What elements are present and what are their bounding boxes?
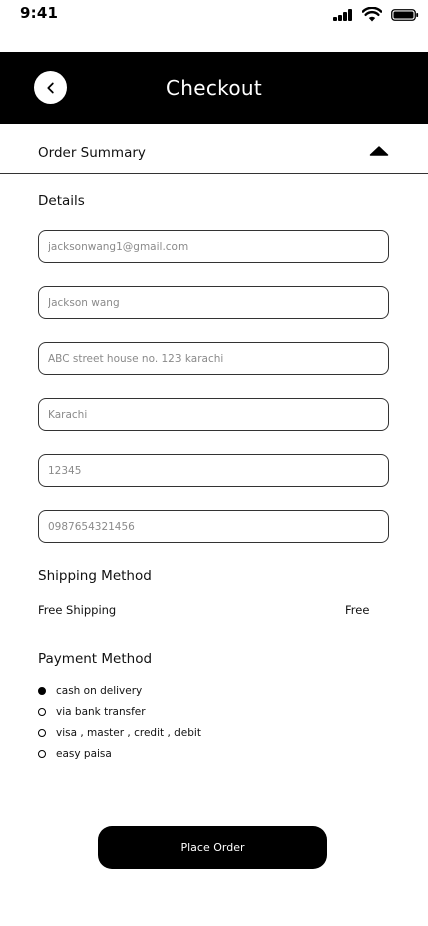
payment-option-label: via bank transfer: [56, 706, 146, 718]
cellular-signal-icon: [333, 9, 353, 21]
address-field[interactable]: [38, 342, 389, 375]
payment-option-bank-transfer[interactable]: via bank transfer: [38, 705, 146, 719]
payment-option-card[interactable]: visa , master , credit , debit: [38, 726, 201, 740]
city-field[interactable]: [38, 398, 389, 431]
checkout-screen: 9:41 Checkout Order Summary Details jack…: [0, 0, 428, 926]
radio-unselected[interactable]: [38, 750, 46, 758]
payment-method-title: Payment Method: [38, 651, 153, 667]
phone-field[interactable]: [38, 510, 389, 543]
wifi-icon: [362, 7, 382, 22]
radio-unselected[interactable]: [38, 708, 46, 716]
payment-option-label: visa , master , credit , debit: [56, 727, 201, 739]
radio-selected[interactable]: [38, 687, 46, 695]
payment-option-easy-paisa[interactable]: easy paisa: [38, 747, 112, 761]
order-summary-label: Order Summary: [38, 145, 146, 161]
payment-option-label: easy paisa: [56, 748, 112, 760]
details-title: Details: [38, 193, 85, 209]
back-button[interactable]: [34, 71, 67, 104]
postal-code-field[interactable]: [38, 454, 389, 487]
battery-icon: [391, 9, 419, 21]
order-summary-row[interactable]: Order Summary: [0, 124, 428, 174]
shipping-method-title: Shipping Method: [38, 568, 152, 584]
caret-up-icon[interactable]: [369, 145, 389, 157]
payment-option-label: cash on delivery: [56, 685, 143, 697]
status-bar: 9:41: [0, 0, 428, 52]
payment-option-cash-on-delivery[interactable]: cash on delivery: [38, 684, 142, 698]
radio-unselected[interactable]: [38, 729, 46, 737]
name-field[interactable]: [38, 286, 389, 319]
email-field[interactable]: [38, 230, 389, 263]
shipping-option-name: Free Shipping: [38, 603, 117, 617]
chevron-left-icon: [46, 82, 54, 93]
shipping-option-price: Free: [345, 603, 370, 617]
place-order-button[interactable]: Place Order: [98, 826, 327, 869]
status-time: 9:41: [20, 4, 59, 22]
header-bar: Checkout: [0, 52, 428, 124]
